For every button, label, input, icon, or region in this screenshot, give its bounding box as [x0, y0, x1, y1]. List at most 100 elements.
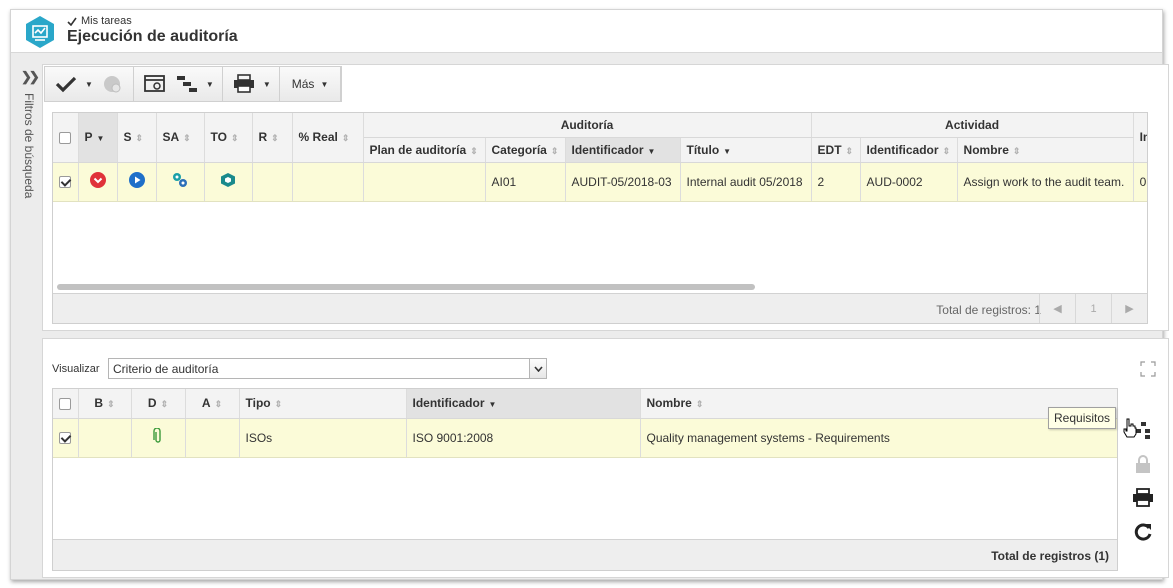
col-titulo[interactable]: Título ▼ [680, 137, 812, 163]
table-row[interactable]: ISOs ISO 9001:2008 Quality management sy… [53, 418, 1117, 458]
col-to[interactable]: TO ⇕ [204, 113, 253, 163]
lock-icon [1136, 455, 1150, 473]
tipo-cell: ISOs [239, 418, 407, 458]
horizontal-scrollbar[interactable] [57, 284, 755, 290]
print-button[interactable] [231, 71, 257, 97]
col-categoria[interactable]: Categoría ⇕ [485, 137, 566, 163]
select-all-cell[interactable] [53, 389, 79, 419]
col-plan[interactable]: Plan de auditoría ⇕ [363, 137, 486, 163]
col-a[interactable]: A ⇕ [185, 389, 240, 419]
sort-icon: ⇕ [135, 133, 144, 144]
sort-desc-icon: ▼ [647, 146, 656, 156]
col-b[interactable]: B ⇕ [78, 389, 132, 419]
checkmark-icon [55, 76, 77, 93]
requirements-tooltip: Requisitos [1048, 407, 1117, 429]
col-act-identificador-label: Identificador [866, 142, 939, 157]
print-dropdown-icon[interactable]: ▼ [263, 80, 271, 89]
chevron-down-icon[interactable] [529, 359, 546, 378]
sort-icon: ⇕ [160, 399, 169, 410]
col-real-label: % Real [298, 130, 338, 145]
total-records: Total de registros: 1 [936, 303, 1041, 317]
window-view-icon [144, 75, 165, 92]
prev-page-button[interactable]: ◀ [1039, 294, 1075, 323]
tasks-panel: ▼ ▼ ▼ Más ▼ P ▼ S ⇕ SA ⇕ TO ⇕ R ⇕ % Real… [42, 64, 1169, 331]
execute-dropdown-icon[interactable]: ▼ [85, 80, 93, 89]
col-r[interactable]: R ⇕ [252, 113, 293, 163]
select-all-cell[interactable] [53, 113, 79, 163]
col-identificador-label: Identificador [571, 142, 644, 157]
col-titulo-label: Título [686, 142, 720, 157]
nombre-cell: Quality management systems - Requirement… [640, 418, 1117, 458]
view-data-button[interactable] [142, 71, 168, 97]
col-sa[interactable]: SA ⇕ [156, 113, 205, 163]
sort-icon: ⇕ [1012, 145, 1021, 156]
nombre-cell: Assign work to the audit team. [957, 162, 1134, 202]
col-real[interactable]: % Real ⇕ [292, 113, 364, 163]
hierarchy-dropdown-icon[interactable]: ▼ [206, 80, 214, 89]
priority-cell [78, 162, 118, 202]
act-identificador-cell: AUD-0002 [860, 162, 958, 202]
col-identificador-label: Identificador [412, 396, 485, 411]
hierarchy-icon [176, 76, 197, 92]
col-act-identificador[interactable]: Identificador ⇕ [860, 137, 958, 163]
world-button[interactable] [99, 71, 125, 97]
view-select[interactable]: Criterio de auditoría [108, 358, 547, 379]
view-label: Visualizar [52, 363, 100, 375]
col-s[interactable]: S ⇕ [117, 113, 157, 163]
row-checkbox[interactable] [59, 176, 71, 189]
expand-icon[interactable] [1140, 361, 1156, 377]
col-nombre[interactable]: Nombre ⇕ [640, 389, 1117, 419]
col-tipo[interactable]: Tipo ⇕ [239, 389, 407, 419]
real-cell [292, 162, 364, 202]
select-all-checkbox[interactable] [59, 398, 71, 411]
printer-icon [1133, 488, 1153, 507]
refresh-button[interactable] [1131, 519, 1155, 545]
row-select-cell[interactable] [53, 162, 79, 202]
col-edt[interactable]: EDT ⇕ [811, 137, 861, 163]
lock-button[interactable] [1131, 451, 1155, 477]
check-icon [67, 17, 77, 26]
more-label: Más [291, 77, 315, 91]
row-select-cell[interactable] [53, 418, 79, 458]
page-number[interactable]: 1 [1075, 294, 1111, 323]
sort-icon: ⇕ [214, 399, 223, 410]
breadcrumb-label: Mis tareas [81, 15, 132, 27]
page-header: Mis tareas Ejecución de auditoría [11, 10, 1162, 53]
categoria-cell: AI01 [485, 162, 566, 202]
paperclip-icon[interactable] [153, 427, 163, 444]
a-cell [185, 418, 240, 458]
sort-desc-icon: ▼ [96, 134, 105, 144]
printer-icon [233, 74, 254, 93]
titulo-cell: Internal audit 05/2018 [680, 162, 812, 202]
col-identificador[interactable]: Identificador ▼ [565, 137, 681, 163]
table-row[interactable]: AI01 AUDIT-05/2018-03 Internal audit 05/… [53, 162, 1147, 202]
print-button[interactable] [1131, 485, 1155, 511]
pagination: ◀ 1 ▶ [1039, 294, 1147, 323]
col-p[interactable]: P ▼ [78, 113, 118, 163]
edt-cell: 2 [811, 162, 861, 202]
col-extra[interactable]: In [1133, 113, 1147, 163]
cube-icon [221, 173, 235, 187]
row-checkbox[interactable] [59, 432, 71, 445]
criteria-panel: Visualizar Criterio de auditoría B ⇕ D ⇕… [42, 338, 1169, 578]
filters-label: Filtros de búsqueda [22, 93, 36, 199]
select-all-checkbox[interactable] [59, 132, 71, 145]
col-tipo-label: Tipo [245, 396, 271, 411]
play-status-icon [128, 172, 145, 188]
more-button[interactable]: Más ▼ [288, 77, 333, 91]
sort-icon: ⇕ [341, 133, 350, 144]
col-p-label: P [84, 130, 93, 145]
execute-button[interactable] [53, 71, 79, 97]
grid-footer: Total de registros: 1 ◀ 1 ▶ [53, 293, 1147, 323]
col-identificador[interactable]: Identificador ▼ [406, 389, 641, 419]
col-s-label: S [123, 130, 132, 145]
col-d[interactable]: D ⇕ [131, 389, 186, 419]
col-nombre[interactable]: Nombre ⇕ [957, 137, 1134, 163]
search-filters-panel[interactable]: ❯❯ Filtros de búsqueda [11, 65, 41, 265]
expand-filters-icon[interactable]: ❯❯ [21, 69, 40, 85]
breadcrumb[interactable]: Mis tareas [67, 15, 132, 27]
next-page-button[interactable]: ▶ [1111, 294, 1147, 323]
view-group: ▼ [134, 67, 223, 101]
hierarchy-button[interactable] [174, 71, 200, 97]
sa-cell [156, 162, 205, 202]
